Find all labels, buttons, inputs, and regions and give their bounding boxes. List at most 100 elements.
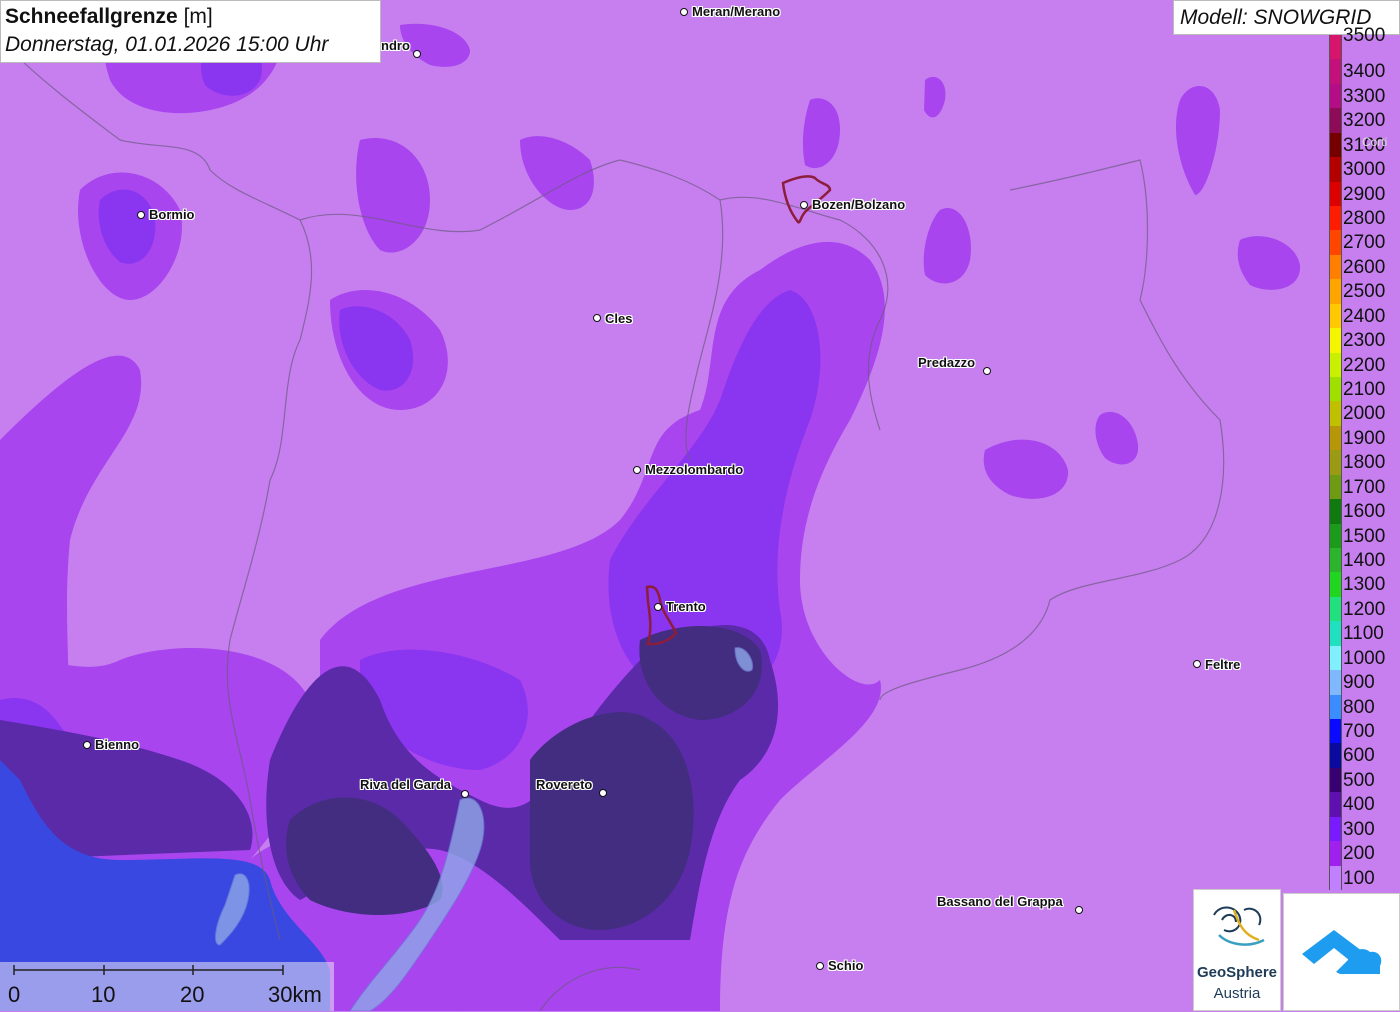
legend-label: 2700	[1343, 232, 1386, 254]
legend-label: 800	[1343, 696, 1375, 718]
legend-entry: 1500	[1329, 523, 1400, 548]
city-label-bienno: Bienno	[95, 737, 140, 752]
geosphere-name: GeoSphere	[1196, 964, 1278, 981]
legend-label: 100	[1343, 867, 1375, 889]
legend-entry: 300	[1329, 816, 1400, 842]
legend-swatch	[1329, 108, 1342, 133]
legend-label: 3400	[1343, 61, 1386, 83]
legend-swatch	[1329, 303, 1342, 329]
legend-swatch	[1329, 377, 1342, 402]
legend-label: 2600	[1343, 256, 1386, 278]
map-datetime: Donnerstag, 01.01.2026 15:00 Uhr	[5, 33, 329, 56]
city-dot	[1075, 906, 1083, 914]
city-dot	[680, 8, 688, 16]
city-label-cles: Cles	[605, 311, 633, 326]
legend-entry: 2600	[1329, 254, 1400, 280]
legend-label: 2900	[1343, 183, 1386, 205]
city-dot	[593, 314, 601, 322]
legend-entry: 800	[1329, 694, 1400, 719]
city-label-ndro: ndro	[381, 38, 410, 53]
legend-label: 1700	[1343, 476, 1386, 498]
legend-swatch	[1329, 596, 1342, 622]
legend-label: 600	[1343, 745, 1375, 767]
legend-swatch	[1329, 621, 1342, 646]
geosphere-logo[interactable]: GeoSphere Austria	[1193, 889, 1281, 1011]
legend-swatch	[1329, 719, 1342, 744]
legend-swatch	[1329, 328, 1342, 353]
legend-entry: 500	[1329, 767, 1400, 793]
city-dot	[599, 789, 607, 797]
legend-label: 3300	[1343, 85, 1386, 107]
city-dot	[137, 211, 145, 219]
snowline-map[interactable]	[0, 0, 1400, 1011]
scale-tick-30: 30km	[268, 982, 322, 1007]
city-dot	[654, 603, 662, 611]
geosphere-sub: Austria	[1213, 985, 1261, 1002]
legend-entry: 3300	[1329, 83, 1400, 109]
legend-swatch	[1329, 767, 1342, 793]
legend-entry: 600	[1329, 743, 1400, 768]
map-title-box: Schneefallgrenze [m] Donnerstag, 01.01.2…	[0, 0, 381, 63]
legend-entry: 2500	[1329, 279, 1400, 304]
legend-entry: 2800	[1329, 206, 1400, 231]
scale-tick-10: 10	[91, 982, 116, 1007]
app-logo[interactable]	[1283, 893, 1400, 1011]
legend-label: 2500	[1343, 281, 1386, 303]
legend-label: 2800	[1343, 208, 1386, 229]
legend-entry: 2300	[1329, 328, 1400, 353]
city-label-rovereto: Rovereto	[536, 777, 593, 792]
legend-swatch	[1329, 792, 1342, 817]
legend-swatch	[1329, 645, 1342, 671]
legend-entry: 400	[1329, 792, 1400, 817]
legend-label: 1500	[1343, 525, 1386, 547]
geosphere-mark-icon	[1213, 906, 1265, 946]
city-dot	[983, 367, 991, 375]
legend-label: 900	[1343, 672, 1375, 694]
legend-entry: 2900	[1329, 181, 1400, 206]
map-title: Schneefallgrenze [m]	[5, 5, 213, 28]
legend-entry: 3400	[1329, 59, 1400, 84]
legend-swatch	[1329, 841, 1342, 866]
legend-label: 2300	[1343, 330, 1386, 352]
legend-swatch	[1329, 816, 1342, 842]
city-label-bormio: Bormio	[149, 207, 195, 222]
city-label-schio: Schio	[828, 958, 864, 973]
city-dot	[816, 962, 824, 970]
legend-label: 700	[1343, 721, 1375, 742]
legend-entry: 2200	[1329, 352, 1400, 377]
legend-entry: 3500	[1329, 25, 1400, 60]
legend-entry: 2100	[1329, 377, 1400, 402]
app-logo-icon	[1302, 930, 1382, 974]
legend-swatch	[1329, 230, 1342, 255]
legend-entry: 1100	[1329, 621, 1400, 646]
legend-entry: 1400	[1329, 548, 1400, 573]
legend-entry: 1200	[1329, 596, 1400, 622]
legend-swatch	[1329, 865, 1342, 890]
legend-label: 3200	[1343, 110, 1386, 132]
city-label-feltre: Feltre	[1205, 657, 1241, 672]
legend-swatch	[1329, 572, 1342, 597]
city-label-meran: Meran/Merano	[692, 4, 781, 19]
city-label-bassano: Bassano del Grappa	[937, 894, 1063, 909]
scale-tick-20: 20	[180, 982, 205, 1007]
legend-entry: 200	[1329, 841, 1400, 866]
legend-swatch	[1329, 450, 1342, 475]
legend-entry: 1600	[1329, 499, 1400, 524]
legend-entry: 3000	[1329, 157, 1400, 182]
legend-swatch	[1329, 743, 1342, 768]
legend-label: 1600	[1343, 501, 1386, 523]
legend-swatch	[1329, 499, 1342, 524]
legend-swatch	[1329, 35, 1342, 60]
scale-bar: 0 10 20 30km	[0, 962, 334, 1011]
colour-legend: 3500 3400 3300 3200 3100 3000 2900 2800 2700 2600…	[1329, 25, 1400, 890]
city-dot	[413, 50, 421, 58]
legend-swatch	[1329, 548, 1342, 573]
city-label-bozen: Bozen/Bolzano	[812, 197, 906, 212]
legend-swatch	[1329, 425, 1342, 451]
legend-label: 3000	[1343, 159, 1386, 181]
legend-swatch	[1329, 523, 1342, 548]
legend-swatch	[1329, 352, 1342, 377]
legend-entry: 2700	[1329, 230, 1400, 255]
legend-swatch	[1329, 401, 1342, 426]
legend-label: 1000	[1343, 647, 1386, 669]
